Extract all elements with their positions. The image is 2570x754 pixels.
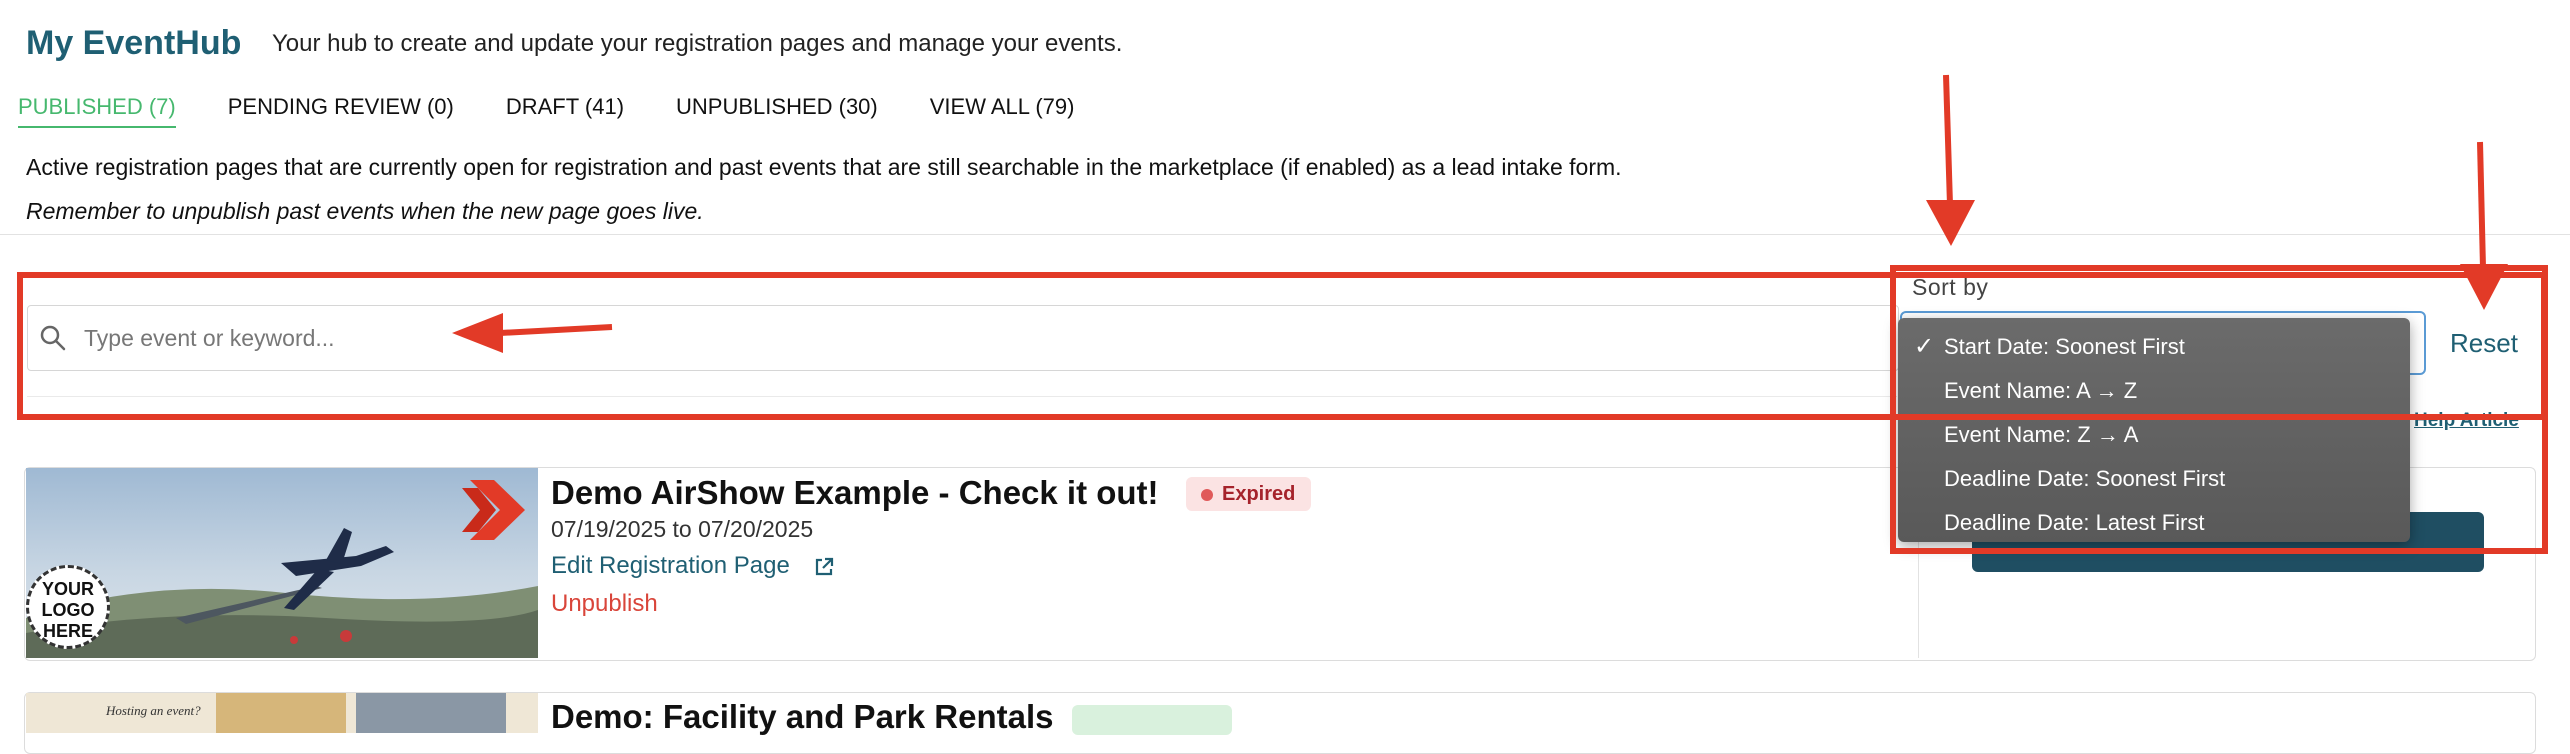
annotation-arrow — [1943, 74, 1953, 206]
sort-option-name-za[interactable]: Event Name: Z → A — [1898, 414, 2410, 458]
external-link-icon[interactable] — [813, 556, 835, 578]
tab-unpublished[interactable]: UNPUBLISHED (30) — [676, 94, 878, 128]
tab-published[interactable]: PUBLISHED (7) — [18, 94, 176, 128]
status-badge — [1072, 705, 1232, 735]
sort-option-deadline-soonest[interactable]: Deadline Date: Soonest First — [1898, 458, 2410, 502]
event-thumbnail[interactable]: Hosting an event? — [26, 693, 538, 733]
tab-reminder: Remember to unpublish past events when t… — [26, 198, 704, 224]
annotation-arrow — [2477, 141, 2486, 269]
divider — [0, 234, 2570, 235]
edit-registration-link[interactable]: Edit Registration Page — [551, 552, 790, 580]
sort-option-deadline-latest[interactable]: Deadline Date: Latest First — [1898, 502, 2410, 546]
logo-placeholder: YOUR LOGO HERE — [26, 565, 110, 649]
status-tabs: PUBLISHED (7) PENDING REVIEW (0) DRAFT (… — [18, 94, 1074, 128]
tab-view-all[interactable]: VIEW ALL (79) — [930, 94, 1075, 128]
tab-draft[interactable]: DRAFT (41) — [506, 94, 624, 128]
tab-description: Active registration pages that are curre… — [26, 154, 1622, 180]
annotation-arrow-head — [1926, 200, 1975, 246]
app-title: My EventHub — [26, 24, 242, 62]
tab-pending-review[interactable]: PENDING REVIEW (0) — [228, 94, 454, 128]
status-dot-icon — [1201, 489, 1213, 501]
event-title[interactable]: Demo AirShow Example - Check it out! — [551, 474, 1159, 512]
annotation-highlight-box — [17, 272, 2547, 420]
thumbnail-caption: Hosting an event? — [105, 703, 201, 718]
page-tagline: Your hub to create and update your regis… — [272, 30, 1123, 57]
unpublish-link[interactable]: Unpublish — [551, 590, 658, 618]
event-title[interactable]: Demo: Facility and Park Rentals — [551, 698, 1054, 736]
event-dates: 07/19/2025 to 07/20/2025 — [551, 516, 814, 542]
